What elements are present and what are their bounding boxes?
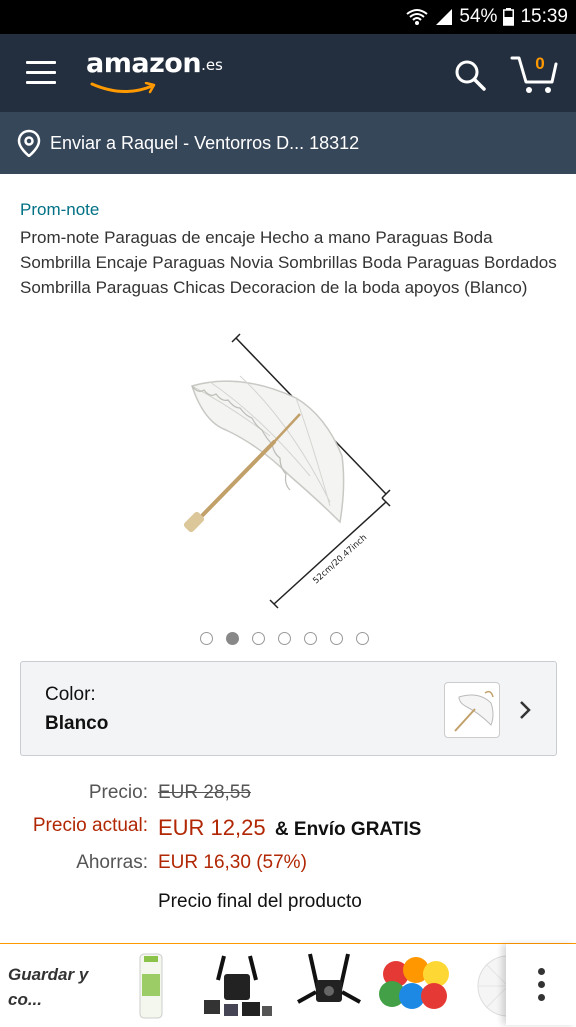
clock: 15:39	[520, 6, 568, 27]
menu-icon[interactable]	[26, 61, 56, 85]
product-image[interactable]: 67cm/26.38inch 52cm/20.47inch	[170, 326, 410, 616]
color-swatch-thumbnail	[444, 682, 500, 738]
image-carousel-dots	[200, 632, 380, 645]
chevron-right-icon	[520, 701, 531, 719]
carousel-dot[interactable]	[330, 632, 343, 645]
signal-icon	[435, 8, 453, 26]
color-label: Color:	[45, 684, 96, 705]
more-options-icon[interactable]	[506, 944, 576, 1025]
deliver-to-bar[interactable]: Enviar a Raquel - Ventorros D... 18312	[0, 112, 576, 174]
current-price-value: EUR 12,25	[158, 815, 266, 840]
current-price-label: Precio actual:	[32, 815, 148, 836]
battery-icon	[503, 8, 515, 26]
logo-wordmark: amazon	[86, 48, 202, 79]
saved-item-thumbnail[interactable]	[196, 950, 278, 1022]
free-shipping-text: & Envío GRATIS	[274, 819, 422, 840]
carousel-dot[interactable]	[278, 632, 291, 645]
smile-icon	[90, 82, 156, 94]
carousel-dot[interactable]	[356, 632, 369, 645]
saved-item-thumbnail[interactable]	[288, 950, 370, 1022]
battery-percent: 54%	[459, 6, 498, 27]
carousel-dot[interactable]	[252, 632, 265, 645]
logo-tld: .es	[201, 56, 223, 74]
save-label-line2: co...	[8, 990, 43, 1009]
deliver-address: Enviar a Raquel - Ventorros D... 18312	[50, 132, 360, 153]
dimension-label-bottom: 52cm/20.47inch	[311, 533, 369, 586]
current-price-group: EUR 12,25 & Envío GRATIS	[158, 815, 421, 841]
product-title: Prom-note Paraguas de encaje Hecho a man…	[20, 228, 557, 297]
savings-value: EUR 16,30 (57%)	[158, 852, 307, 873]
list-price-label: Precio:	[88, 782, 148, 803]
saved-item-thumbnail[interactable]	[376, 950, 458, 1022]
carousel-dot[interactable]	[200, 632, 213, 645]
carousel-dot[interactable]	[304, 632, 317, 645]
status-bar: 54% 15:39	[0, 0, 576, 34]
carousel-dot-active[interactable]	[226, 632, 239, 645]
location-pin-icon	[17, 129, 41, 157]
final-price-note: Precio final del producto	[158, 891, 362, 912]
search-icon[interactable]	[452, 57, 488, 93]
color-selector[interactable]: Color: Blanco	[20, 661, 557, 756]
cart-icon[interactable]: 0	[510, 52, 560, 96]
saved-items-bar: Guardar y co...	[0, 943, 576, 1025]
list-price-value: EUR 28,55	[158, 782, 251, 803]
savings-label: Ahorras:	[76, 852, 148, 873]
amazon-logo[interactable]: amazon.es	[86, 48, 223, 98]
cart-count: 0	[535, 54, 545, 73]
top-nav: amazon.es 0	[0, 34, 576, 112]
umbrella-illustration: 67cm/26.38inch 52cm/20.47inch	[183, 333, 391, 609]
color-value: Blanco	[45, 713, 109, 734]
wifi-icon	[405, 8, 429, 26]
brand-link[interactable]: Prom-note	[20, 200, 99, 220]
save-for-later-label[interactable]: Guardar y co...	[8, 962, 88, 1012]
save-label-line1: Guardar y	[8, 965, 89, 984]
saved-item-thumbnail[interactable]	[110, 950, 192, 1022]
